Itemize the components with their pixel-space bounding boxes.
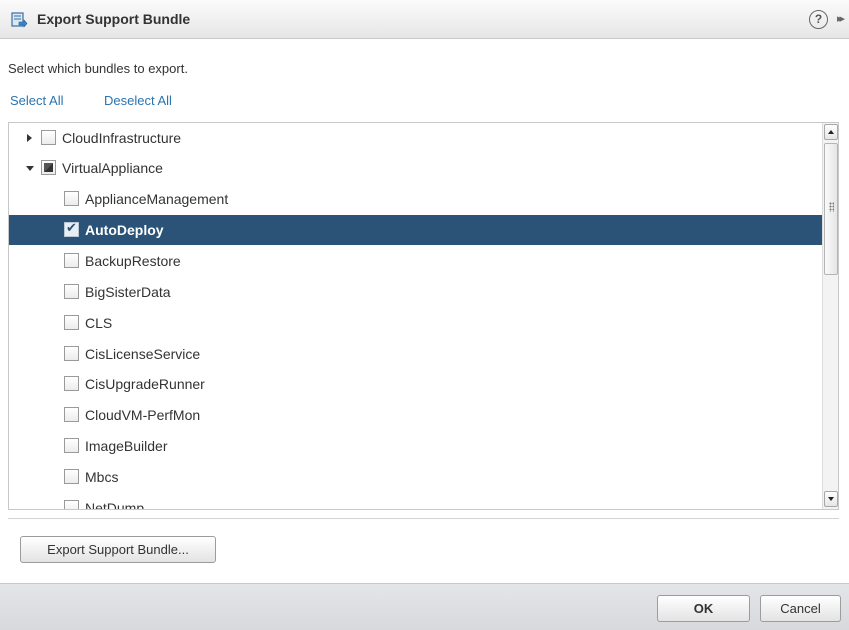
dialog-title-bar: Export Support Bundle ? ▸▸	[0, 0, 849, 39]
bundle-tree[interactable]: CloudInfrastructure VirtualAppliance App…	[8, 122, 839, 510]
expand-arrow-icon[interactable]	[27, 134, 32, 142]
checkbox[interactable]	[64, 469, 79, 484]
checkbox[interactable]	[64, 438, 79, 453]
help-icon[interactable]: ?	[809, 10, 828, 29]
grip-dots-icon	[829, 202, 834, 212]
tree-item-label: BackupRestore	[85, 253, 181, 269]
checkbox[interactable]	[64, 346, 79, 361]
tree-item-bigsisterdata[interactable]: BigSisterData	[9, 277, 822, 307]
checkbox[interactable]	[64, 315, 79, 330]
tree-item-label: BigSisterData	[85, 284, 171, 300]
checkbox[interactable]	[64, 191, 79, 206]
tree-item-virtualappliance[interactable]: VirtualAppliance	[9, 153, 822, 183]
tree-item-label: ApplianceManagement	[85, 191, 229, 207]
instruction-text: Select which bundles to export.	[8, 61, 188, 76]
tree-item-label: CloudInfrastructure	[62, 130, 182, 146]
cancel-button[interactable]: Cancel	[760, 595, 841, 622]
tree-item-label: ImageBuilder	[85, 438, 168, 454]
more-actions-icon[interactable]: ▸▸	[837, 12, 845, 25]
tree-item-cloudvm-perfmon[interactable]: CloudVM-PerfMon	[9, 400, 822, 430]
tree-item-cloudinfrastructure[interactable]: CloudInfrastructure	[9, 123, 822, 153]
tree-item-label: CloudVM-PerfMon	[85, 407, 201, 423]
checkbox[interactable]	[41, 130, 56, 145]
export-bundle-icon	[11, 12, 28, 28]
ok-button[interactable]: OK	[657, 595, 750, 622]
tree-item-cislicenseservice[interactable]: CisLicenseService	[9, 339, 822, 369]
tree-item-cisupgraderunner[interactable]: CisUpgradeRunner	[9, 369, 822, 399]
tree-item-autodeploy[interactable]: AutoDeploy	[9, 215, 822, 245]
deselect-all-link[interactable]: Deselect All	[104, 93, 172, 108]
checkbox[interactable]	[64, 376, 79, 391]
tree-item-cls[interactable]: CLS	[9, 308, 822, 338]
checkbox[interactable]	[64, 407, 79, 422]
collapse-arrow-icon[interactable]	[26, 166, 34, 171]
section-divider	[8, 518, 839, 519]
tree-item-netdump[interactable]: NetDump	[9, 493, 822, 510]
tree-item-label: CisLicenseService	[85, 346, 201, 362]
checkbox-checked[interactable]	[64, 221, 79, 237]
checkbox[interactable]	[64, 253, 79, 268]
tree-item-appliancemanagement[interactable]: ApplianceManagement	[9, 184, 822, 214]
checkbox[interactable]	[64, 500, 79, 509]
export-support-bundle-button[interactable]: Export Support Bundle...	[20, 536, 216, 563]
scrollbar-thumb[interactable]	[824, 143, 838, 275]
tree-item-backuprestore[interactable]: BackupRestore	[9, 246, 822, 276]
dialog-title: Export Support Bundle	[37, 11, 191, 27]
scroll-up-arrow-icon[interactable]	[824, 124, 838, 140]
tree-item-label: Mbcs	[85, 469, 119, 485]
tree-item-mbcs[interactable]: Mbcs	[9, 462, 822, 492]
tree-item-label: VirtualAppliance	[62, 160, 163, 176]
checkbox-partial[interactable]	[41, 160, 56, 175]
scroll-down-arrow-icon[interactable]	[824, 491, 838, 507]
tree-item-imagebuilder[interactable]: ImageBuilder	[9, 431, 822, 461]
tree-item-label: CLS	[85, 315, 113, 331]
tree-item-label: NetDump	[85, 500, 145, 510]
tree-item-label: CisUpgradeRunner	[85, 376, 205, 392]
select-all-link[interactable]: Select All	[10, 93, 63, 108]
checkbox[interactable]	[64, 284, 79, 299]
tree-item-label: AutoDeploy	[85, 222, 164, 238]
tree-scrollbar[interactable]	[822, 123, 838, 509]
